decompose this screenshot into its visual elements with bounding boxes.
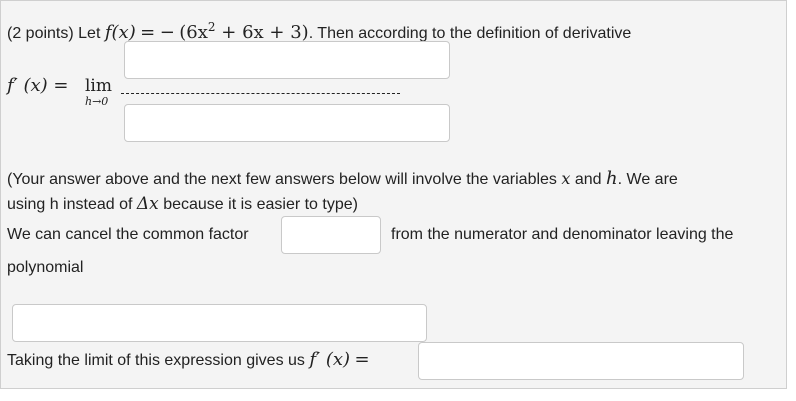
function-lhs: f(x) (104, 22, 136, 43)
numerator-input[interactable] (124, 41, 450, 79)
points-label: (2 points) (7, 25, 74, 42)
delta-x: Δx (136, 194, 159, 214)
cancel-text-before: We can cancel the common factor (7, 226, 249, 243)
fraction-bar (121, 93, 400, 94)
polynomial-label: polynomial (7, 259, 84, 276)
minus-sign: − (159, 22, 175, 43)
lim-operator: lim (85, 76, 112, 96)
lim-subscript: h→0 (85, 95, 109, 108)
derivative-lhs: f′ (x) = (7, 76, 69, 96)
denominator-input[interactable] (124, 104, 450, 142)
then-text: Then according to the definition of deri… (317, 25, 632, 42)
cancel-text-after: from the numerator and denominator leavi… (391, 226, 734, 243)
var-h: h (606, 168, 618, 189)
final-answer-input[interactable] (418, 342, 744, 380)
period: . (308, 25, 314, 42)
equals-sign: = (53, 75, 69, 96)
f-prime-label: f′ (x) (309, 349, 351, 370)
equals-sign: = (140, 22, 156, 43)
question-panel: (2 points) Let f(x) = − (6x2 + 6x + 3). … (0, 0, 787, 389)
polynomial-input[interactable] (12, 304, 427, 342)
var-x: x (561, 169, 571, 188)
equals-sign: = (354, 349, 370, 370)
question-intro: (2 points) Let f(x) = − (6x2 + 6x + 3). … (7, 17, 631, 44)
function-expression: (6x2 + 6x + 3) (179, 20, 309, 43)
limit-text: Taking the limit of this expression give… (7, 349, 370, 370)
let-word: Let (78, 25, 101, 42)
note-line-2: using h instead of Δx because it is easi… (7, 194, 358, 214)
f-prime-label: f′ (x) (7, 75, 48, 96)
note-line-1: (Your answer above and the next few answ… (7, 168, 678, 189)
common-factor-input[interactable] (281, 216, 381, 254)
